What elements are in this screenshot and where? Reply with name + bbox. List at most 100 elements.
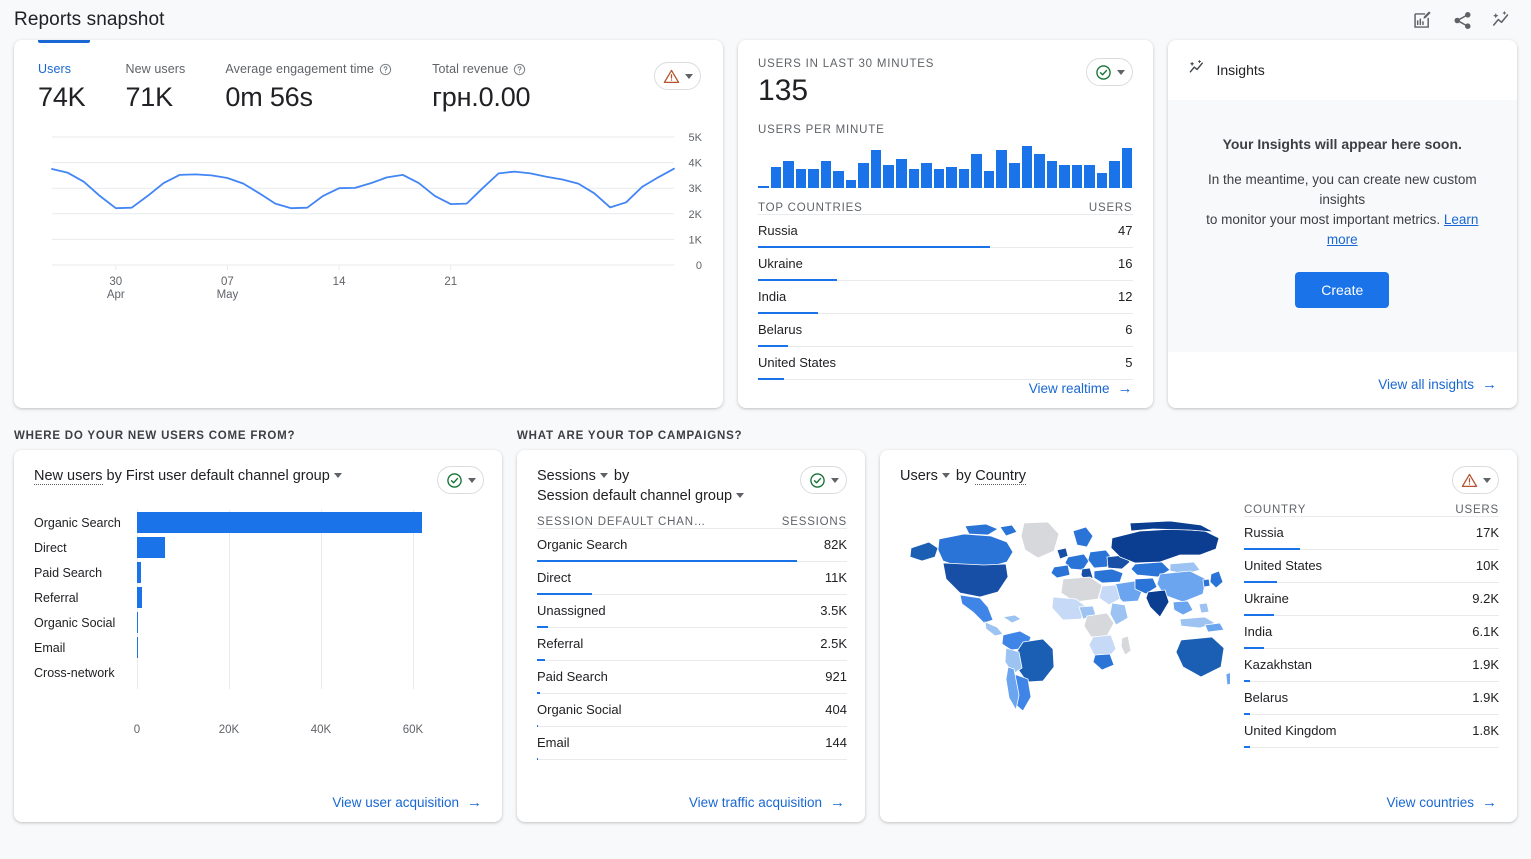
- metric-users[interactable]: Users 74K: [38, 62, 85, 113]
- arrow-right-icon: →: [1482, 795, 1497, 810]
- metric-avg-engagement-time[interactable]: Average engagement time 0m 56s: [225, 62, 392, 113]
- chevron-down-icon: [685, 74, 693, 79]
- new-users-by-channel-chart[interactable]: Organic SearchDirectPaid SearchReferralO…: [34, 510, 484, 720]
- create-insight-button[interactable]: Create: [1295, 272, 1389, 308]
- campaigns-section-title: WHAT ARE YOUR TOP CAMPAIGNS?: [517, 430, 865, 442]
- country-users: 6.1K: [1472, 624, 1499, 639]
- table-row[interactable]: United States10K: [1244, 550, 1499, 583]
- chevron-down-icon[interactable]: [334, 473, 342, 478]
- campaigns-by-word: by: [614, 468, 629, 484]
- users-over-time-chart[interactable]: 01K2K3K4K5K30Apr07May1421: [14, 125, 723, 345]
- table-row[interactable]: Russia17K: [1244, 516, 1499, 550]
- check-circle-icon: [809, 472, 826, 489]
- geo-title: Users by Country: [900, 466, 1026, 486]
- users-per-minute-sparkline[interactable]: [758, 144, 1132, 188]
- table-row[interactable]: Email144: [537, 727, 847, 760]
- table-row[interactable]: United States5: [758, 347, 1132, 380]
- active-tab-indicator: [38, 40, 90, 43]
- acquisition-metric-dropdown[interactable]: New users: [34, 468, 103, 485]
- chevron-down-icon[interactable]: [600, 473, 608, 478]
- help-icon[interactable]: [379, 63, 392, 76]
- arrow-right-icon: →: [830, 795, 845, 810]
- svg-text:14: 14: [333, 276, 346, 288]
- chevron-down-icon[interactable]: [942, 473, 950, 478]
- view-user-acquisition-link[interactable]: View user acquisition →: [332, 795, 482, 810]
- table-row[interactable]: Belarus6: [758, 314, 1132, 347]
- chevron-down-icon[interactable]: [736, 493, 744, 498]
- table-row[interactable]: Kazakhstan1.9K: [1244, 649, 1499, 682]
- data-quality-badge-ok[interactable]: [1086, 58, 1133, 86]
- geo-dimension-dropdown[interactable]: Country: [975, 468, 1026, 485]
- svg-text:3K: 3K: [689, 183, 703, 195]
- bar-fill: [137, 562, 141, 583]
- insights-card: Insights Your Insights will appear here …: [1168, 40, 1518, 408]
- overview-card: Users 74K New users 71K Average engageme…: [14, 40, 723, 408]
- view-traffic-acquisition-link[interactable]: View traffic acquisition →: [689, 795, 845, 810]
- campaigns-dimension-dropdown[interactable]: Session default channel group: [537, 488, 732, 504]
- view-realtime-link[interactable]: View realtime →: [1029, 381, 1133, 396]
- campaigns-title: Sessions by Session default channel grou…: [537, 466, 746, 506]
- svg-text:2K: 2K: [689, 209, 703, 221]
- bar-label: Cross-network: [34, 666, 137, 680]
- table-row[interactable]: Ukraine16: [758, 248, 1132, 281]
- top-countries-column-header: TOP COUNTRIES: [758, 202, 863, 214]
- bar-row[interactable]: Organic Search: [34, 510, 484, 535]
- check-circle-icon: [446, 472, 463, 489]
- metric-new-users[interactable]: New users 71K: [125, 62, 185, 113]
- view-all-insights-link[interactable]: View all insights →: [1378, 377, 1497, 392]
- table-row[interactable]: India6.1K: [1244, 616, 1499, 649]
- data-quality-badge-ok[interactable]: [437, 466, 484, 494]
- table-row[interactable]: United Kingdom1.8K: [1244, 715, 1499, 748]
- table-row[interactable]: Paid Search921: [537, 661, 847, 694]
- channel-name: Referral: [537, 636, 583, 651]
- acquisition-dimension-dropdown[interactable]: First user default channel group: [126, 468, 330, 484]
- data-quality-badge-warning[interactable]: [1452, 466, 1499, 494]
- arrow-right-icon: →: [1118, 381, 1133, 396]
- page-title: Reports snapshot: [14, 9, 165, 31]
- table-row[interactable]: Direct11K: [537, 562, 847, 595]
- view-countries-link[interactable]: View countries →: [1386, 795, 1497, 810]
- bar-row[interactable]: Organic Social: [34, 610, 484, 635]
- sparkline-bar: [783, 161, 794, 188]
- insights-icon[interactable]: [1491, 9, 1513, 31]
- country-column-header: COUNTRY: [1244, 504, 1306, 516]
- bar-fill: [137, 537, 165, 558]
- data-quality-badge-warning[interactable]: [654, 62, 701, 90]
- campaigns-metric-dropdown[interactable]: Sessions: [537, 468, 596, 484]
- bar-row[interactable]: Direct: [34, 535, 484, 560]
- data-quality-badge-ok[interactable]: [800, 466, 847, 494]
- world-map[interactable]: [900, 504, 1230, 724]
- sparkline-bar: [934, 169, 945, 188]
- share-icon[interactable]: [1451, 9, 1473, 31]
- bar-row[interactable]: Paid Search: [34, 560, 484, 585]
- bar-track: [137, 585, 484, 610]
- table-row[interactable]: Russia47: [758, 214, 1132, 248]
- bar-row[interactable]: Email: [34, 635, 484, 660]
- world-choropleth-svg: [900, 504, 1230, 724]
- metric-total-revenue-label: Total revenue: [432, 62, 508, 76]
- table-row[interactable]: Belarus1.9K: [1244, 682, 1499, 715]
- table-row[interactable]: Unassigned3.5K: [537, 595, 847, 628]
- channel-sessions: 144: [825, 735, 847, 750]
- table-row[interactable]: India12: [758, 281, 1132, 314]
- customize-report-icon[interactable]: [1411, 9, 1433, 31]
- channel-sessions: 921: [825, 669, 847, 684]
- country-name: United States: [1244, 558, 1322, 573]
- svg-text:21: 21: [444, 276, 457, 288]
- table-row[interactable]: Organic Search82K: [537, 528, 847, 562]
- table-row[interactable]: Organic Social404: [537, 694, 847, 727]
- country-users: 1.9K: [1472, 657, 1499, 672]
- country-users: 9.2K: [1472, 591, 1499, 606]
- sparkline-bar: [1122, 148, 1133, 188]
- metric-total-revenue[interactable]: Total revenue грн.0.00: [432, 62, 530, 113]
- bar-row[interactable]: Cross-network: [34, 660, 484, 685]
- help-icon[interactable]: [513, 63, 526, 76]
- acquisition-x-axis: 020K40K60K: [137, 720, 484, 742]
- realtime-card: USERS IN LAST 30 MINUTES 135 USERS PER M…: [738, 40, 1152, 408]
- table-row[interactable]: Referral2.5K: [537, 628, 847, 661]
- geo-metric-dropdown[interactable]: Users: [900, 468, 938, 484]
- sparkline-bar: [896, 159, 907, 188]
- bar-row[interactable]: Referral: [34, 585, 484, 610]
- table-row[interactable]: Ukraine9.2K: [1244, 583, 1499, 616]
- chevron-down-icon: [468, 478, 476, 483]
